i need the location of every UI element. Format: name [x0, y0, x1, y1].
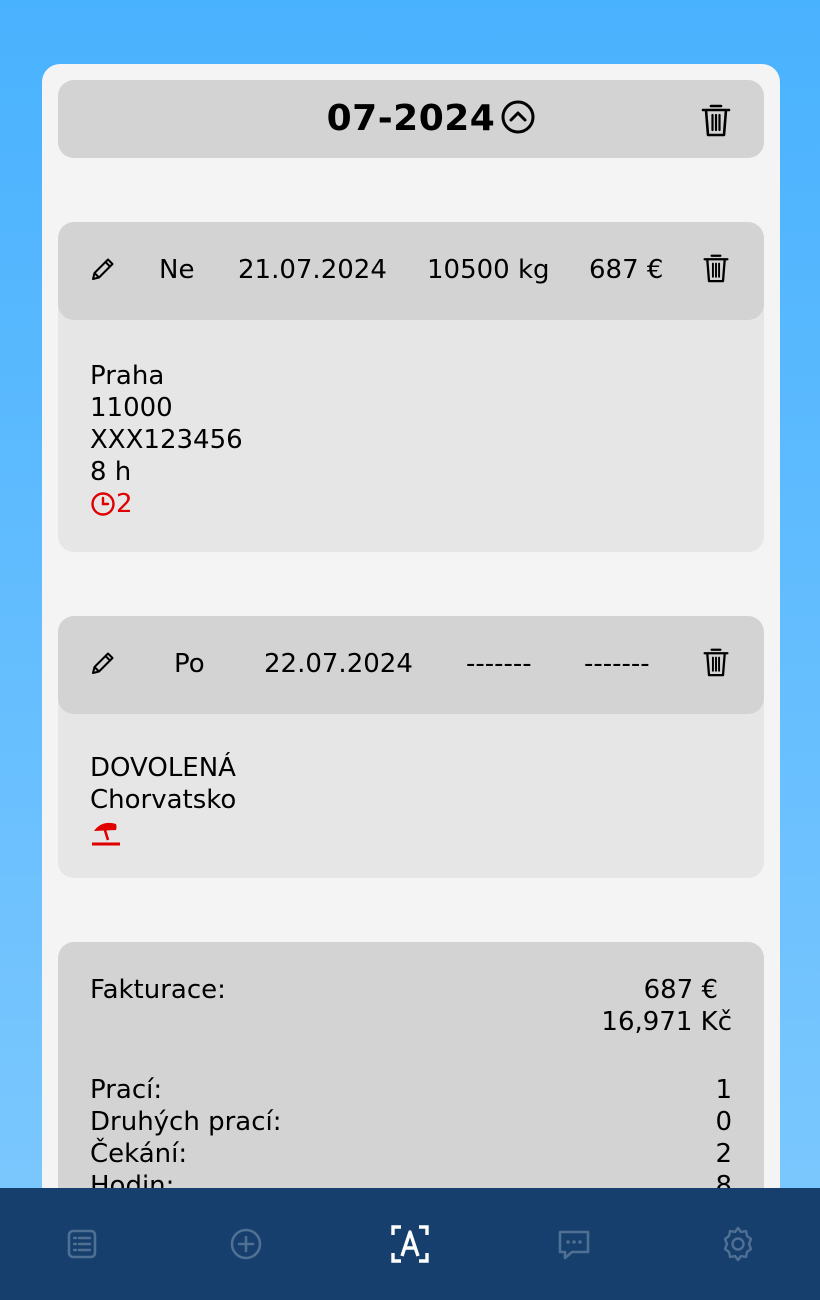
month-title: 07-2024	[326, 98, 496, 139]
entry-header: Po 22.07.2024 ------- -------	[58, 616, 764, 714]
entry-location: Chorvatsko	[90, 785, 237, 815]
delete-month-trash-icon[interactable]	[700, 102, 732, 138]
entry-hours: 8 h	[90, 457, 132, 487]
month-panel: 07-2024 Ne 21.07.2024 10500 kg 687 € Pra…	[42, 64, 780, 1204]
clock-icon	[91, 492, 115, 516]
chat-icon[interactable]	[554, 1224, 594, 1264]
entry-price: 687 €	[589, 255, 664, 285]
delete-entry-trash-icon[interactable]	[702, 252, 730, 284]
billing-row: Fakturace: 687 €	[90, 974, 732, 1006]
entry-date: 22.07.2024	[264, 649, 413, 679]
entry-details: DOVOLENÁ Chorvatsko	[58, 714, 764, 856]
billing-czk: 16,971 Kč	[601, 1007, 732, 1037]
summary-label: Druhých prací:	[90, 1107, 282, 1137]
entry-status: DOVOLENÁ	[90, 753, 236, 783]
pencil-edit-icon[interactable]	[88, 648, 118, 678]
month-header[interactable]: 07-2024	[58, 80, 764, 158]
entry-card: Ne 21.07.2024 10500 kg 687 € Praha 11000…	[58, 222, 764, 552]
beach-umbrella-icon	[92, 822, 120, 846]
waiting-count: 2	[116, 489, 133, 519]
summary-row: Prací: 1	[90, 1074, 732, 1106]
entry-day: Po	[174, 649, 205, 679]
billing-eur: 687 €	[643, 975, 718, 1005]
entry-city: Praha	[90, 361, 165, 391]
summary-value: 1	[715, 1075, 732, 1105]
summary-label: Prací:	[90, 1075, 163, 1105]
summary-label: Čekání:	[90, 1139, 188, 1169]
entry-price: -------	[584, 649, 650, 679]
entry-details: Praha 11000 XXX123456 8 h 2	[58, 320, 764, 520]
text-scan-icon[interactable]	[390, 1224, 430, 1264]
billing-label: Fakturace:	[90, 975, 226, 1005]
entry-weight: 10500 kg	[427, 255, 550, 285]
delete-entry-trash-icon[interactable]	[702, 646, 730, 678]
summary-value: 2	[715, 1139, 732, 1169]
entry-zip: 11000	[90, 393, 173, 423]
entry-header: Ne 21.07.2024 10500 kg 687 €	[58, 222, 764, 320]
list-icon[interactable]	[62, 1224, 102, 1264]
summary-value: 0	[715, 1107, 732, 1137]
chevron-up-circle-icon[interactable]	[500, 99, 536, 135]
month-summary: Fakturace: 687 € 16,971 Kč Prací: 1 Druh…	[58, 942, 764, 1204]
summary-row: Čekání: 2	[90, 1138, 732, 1170]
waiting-indicator: 2	[90, 488, 732, 520]
add-circle-icon[interactable]	[226, 1224, 266, 1264]
entry-card: Po 22.07.2024 ------- ------- DOVOLENÁ C…	[58, 616, 764, 878]
pencil-edit-icon[interactable]	[88, 254, 118, 284]
summary-row: Druhých prací: 0	[90, 1106, 732, 1138]
bottom-navbar	[0, 1188, 820, 1300]
entry-weight: -------	[466, 649, 532, 679]
entry-reference: XXX123456	[90, 425, 243, 455]
entry-day: Ne	[159, 255, 195, 285]
billing-czk-row: 16,971 Kč	[90, 1006, 732, 1038]
settings-gear-icon[interactable]	[718, 1224, 758, 1264]
entry-date: 21.07.2024	[238, 255, 387, 285]
